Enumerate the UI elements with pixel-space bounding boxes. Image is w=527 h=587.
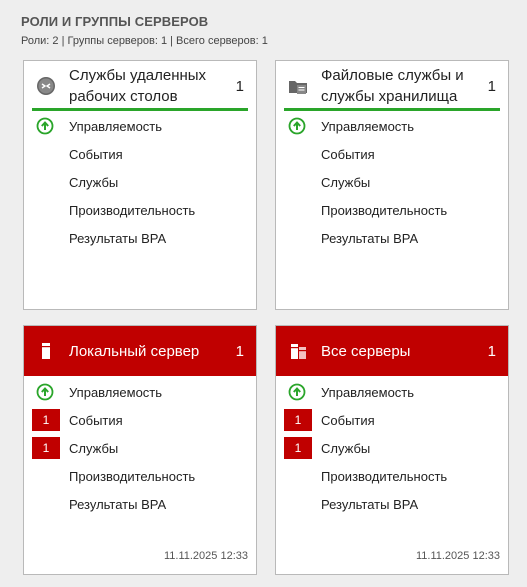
row-bpa-results[interactable]: Результаты BPA [24,490,256,518]
status-ok-icon [36,117,54,135]
tile-title[interactable]: Локальный сервер [69,341,226,362]
remote-desktop-icon [37,77,55,95]
row-manageability[interactable]: Управляемость [276,378,508,406]
events-count-badge[interactable]: 1 [284,409,312,431]
row-performance[interactable]: Производительность [276,462,508,490]
tile-header[interactable]: Все серверы 1 [276,326,508,376]
row-events[interactable]: События [276,140,508,168]
tile-count[interactable]: 1 [488,78,496,95]
page-header: РОЛИ И ГРУППЫ СЕРВЕРОВ Роли: 2 | Группы … [21,14,268,47]
row-label: События [321,412,375,428]
row-bpa-results[interactable]: Результаты BPA [24,224,256,252]
tile-title[interactable]: Службы удаленных рабочих столов [69,65,226,107]
row-label: Управляемость [69,384,163,400]
tile-header[interactable]: Файловые службы и службы хранилища 1 [276,61,508,111]
row-events[interactable]: 1 События [276,406,508,434]
row-label: Производительность [321,202,448,218]
row-services[interactable]: 1 Службы [276,434,508,462]
row-label: Производительность [69,202,196,218]
tile-header[interactable]: Службы удаленных рабочих столов 1 [24,61,256,111]
row-label: Управляемость [69,118,163,134]
tile-count[interactable]: 1 [488,343,496,360]
server-icon [42,343,50,359]
tile-header[interactable]: Локальный сервер 1 [24,326,256,376]
tile-file-storage-services[interactable]: Файловые службы и службы хранилища 1 Упр… [275,60,509,310]
row-events[interactable]: События [24,140,256,168]
tile-count[interactable]: 1 [236,78,244,95]
row-events[interactable]: 1 События [24,406,256,434]
status-ok-icon [288,383,306,401]
row-bpa-results[interactable]: Результаты BPA [276,224,508,252]
row-label: События [321,146,375,162]
row-manageability[interactable]: Управляемость [24,112,256,140]
tile-title[interactable]: Все серверы [321,341,478,362]
tile-local-server[interactable]: Локальный сервер 1 Управляемость 1 Событ… [23,325,257,575]
status-ok-icon [36,383,54,401]
timestamp: 11.11.2025 12:33 [163,550,248,562]
row-manageability[interactable]: Управляемость [276,112,508,140]
row-label: Управляемость [321,384,415,400]
row-label: Результаты BPA [321,496,419,512]
status-bar [284,108,500,111]
timestamp: 11.11.2025 12:33 [415,550,500,562]
row-label: Результаты BPA [69,230,167,246]
row-performance[interactable]: Производительность [24,196,256,224]
row-label: Службы [69,174,119,190]
row-manageability[interactable]: Управляемость [24,378,256,406]
tile-title[interactable]: Файловые службы и службы хранилища [321,65,478,107]
row-performance[interactable]: Производительность [24,462,256,490]
services-count-badge[interactable]: 1 [32,437,60,459]
tile-all-servers[interactable]: Все серверы 1 Управляемость 1 События 1 … [275,325,509,575]
servers-icon [291,344,306,359]
status-bar [32,108,248,111]
services-count-badge[interactable]: 1 [284,437,312,459]
row-label: Службы [321,440,371,456]
row-services[interactable]: Службы [24,168,256,196]
row-label: События [69,412,123,428]
status-ok-icon [288,117,306,135]
row-label: Управляемость [321,118,415,134]
file-services-icon [289,81,307,94]
row-label: Производительность [321,468,448,484]
row-label: Результаты BPA [321,230,419,246]
row-label: Производительность [69,468,196,484]
row-services[interactable]: Службы [276,168,508,196]
row-label: Результаты BPA [69,496,167,512]
tile-count[interactable]: 1 [236,343,244,360]
page-subtitle: Роли: 2 | Группы серверов: 1 | Всего сер… [21,35,268,47]
row-services[interactable]: 1 Службы [24,434,256,462]
page-title: РОЛИ И ГРУППЫ СЕРВЕРОВ [21,14,209,29]
row-label: Службы [321,174,371,190]
tile-remote-desktop-services[interactable]: Службы удаленных рабочих столов 1 Управл… [23,60,257,310]
row-label: Службы [69,440,119,456]
events-count-badge[interactable]: 1 [32,409,60,431]
row-label: События [69,146,123,162]
row-performance[interactable]: Производительность [276,196,508,224]
row-bpa-results[interactable]: Результаты BPA [276,490,508,518]
